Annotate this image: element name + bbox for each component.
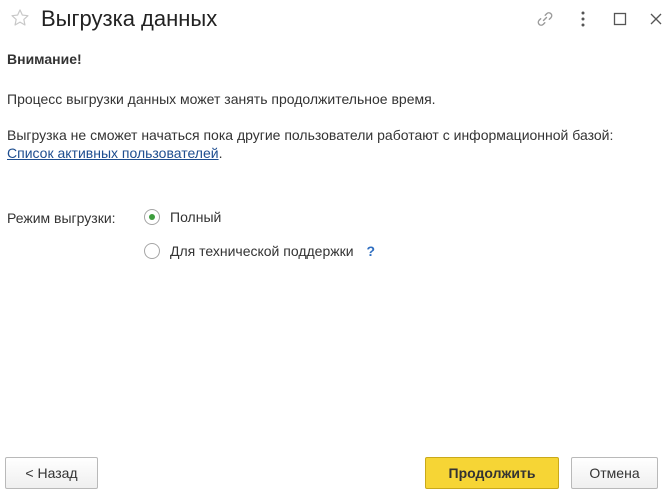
export-mode-label: Режим выгрузки: [7, 210, 116, 226]
radio-button-support[interactable] [144, 243, 160, 259]
info-paragraph-duration: Процесс выгрузки данных может занять про… [7, 91, 436, 107]
radio-label-full: Полный [170, 209, 222, 225]
close-icon[interactable] [645, 8, 667, 30]
maximize-icon[interactable] [609, 8, 631, 30]
more-vertical-icon[interactable] [572, 8, 594, 30]
radio-selected-dot [149, 214, 155, 220]
radio-button-full[interactable] [144, 209, 160, 225]
cancel-button[interactable]: Отмена [571, 457, 658, 489]
window-title: Выгрузка данных [41, 6, 218, 31]
warning-title: Внимание! [7, 51, 82, 67]
continue-button[interactable]: Продолжить [425, 457, 559, 489]
info-paragraph-users-text: Выгрузка не сможет начаться пока другие … [7, 127, 614, 143]
title-bar: Выгрузка данных [0, 0, 668, 40]
help-question-icon[interactable]: ? [367, 243, 376, 259]
info-paragraph-users-end: . [218, 145, 223, 161]
active-users-link[interactable]: Список активных пользователей [7, 145, 219, 161]
radio-label-support: Для технической поддержки [170, 243, 354, 259]
radio-option-full[interactable]: Полный [144, 207, 221, 227]
info-paragraph-users: Выгрузка не сможет начаться пока другие … [7, 126, 662, 162]
star-outline-icon[interactable] [9, 7, 31, 29]
back-button[interactable]: < Назад [5, 457, 98, 489]
radio-option-support[interactable]: Для технической поддержки ? [144, 241, 375, 261]
link-icon[interactable] [534, 8, 556, 30]
